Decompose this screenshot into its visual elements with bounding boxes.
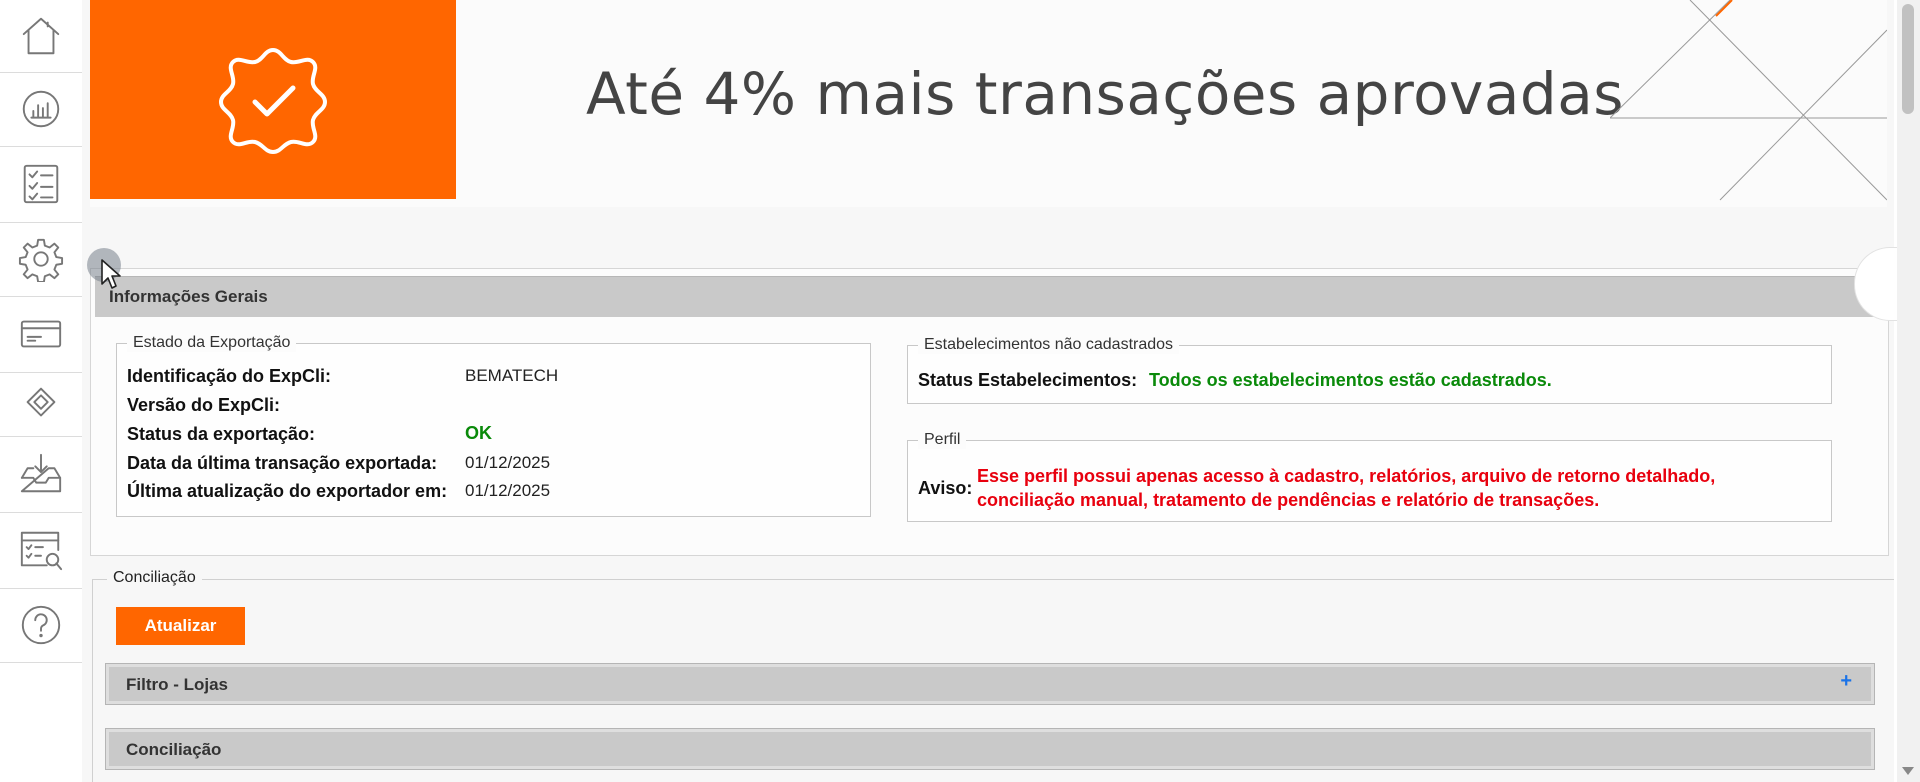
profile-legend: Perfil <box>918 431 967 449</box>
banner-decoration <box>1610 0 1887 201</box>
banner-badge <box>90 0 456 199</box>
conciliation-accordion-title: Conciliação <box>126 740 222 759</box>
export-status-label: Status da exportação: <box>127 424 316 444</box>
expcli-id-value: BEMATECH <box>465 366 559 385</box>
sidebar-item-transfers[interactable] <box>0 372 82 437</box>
diamond-transfer-icon <box>26 387 56 417</box>
last-update-value: 01/12/2025 <box>465 481 551 500</box>
sidebar-item-home[interactable] <box>0 0 82 73</box>
dashboard-chart-icon <box>22 90 60 128</box>
sidebar-item-dashboard[interactable] <box>0 72 82 147</box>
last-transaction-date-label: Data da última transação exportada: <box>127 453 438 473</box>
mouse-cursor-icon <box>101 259 121 289</box>
sidebar <box>0 0 83 782</box>
establishments-status-label: Status Estabelecimentos: <box>918 370 1138 390</box>
help-icon <box>21 605 61 645</box>
general-info-title: Informações Gerais <box>109 287 268 306</box>
expcli-id-label: Identificação do ExpCli: <box>127 366 332 386</box>
sidebar-item-downloads[interactable] <box>0 436 82 513</box>
expand-plus-icon[interactable]: + <box>1840 670 1852 693</box>
conciliation-accordion[interactable]: Conciliação <box>105 728 1875 770</box>
verified-badge-icon <box>218 47 328 154</box>
store-filter-title: Filtro - Lojas <box>126 675 228 694</box>
conciliation-legend: Conciliação <box>107 569 202 587</box>
expcli-version-label: Versão do ExpCli: <box>127 395 281 415</box>
banner-headline: Até 4% mais transações aprovadas <box>586 60 1624 128</box>
promo-banner[interactable]: Até 4% mais transações aprovadas <box>90 0 1887 207</box>
general-info-header[interactable]: Informações Gerais <box>95 276 1888 317</box>
card-icon <box>20 320 62 348</box>
profile-warning-label: Aviso: <box>918 478 973 498</box>
main-content: Até 4% mais transações aprovadas Informa… <box>82 0 1894 782</box>
sidebar-item-help[interactable] <box>0 588 82 663</box>
establishments-group: Estabelecimentos não cadastrados Status … <box>907 336 1832 404</box>
establishments-status-value: Todos os estabelecimentos estão cadastra… <box>1149 370 1552 390</box>
general-info-panel: Informações Gerais Estado da Exportação … <box>90 268 1889 556</box>
conciliation-section: Conciliação Atualizar Filtro - Lojas + C… <box>92 569 1894 782</box>
sidebar-item-reports[interactable] <box>0 512 82 589</box>
scroll-down-arrow-icon[interactable] <box>1902 767 1914 775</box>
last-transaction-date-value: 01/12/2025 <box>465 453 551 472</box>
profile-group: Perfil Aviso: Esse perfil possui apenas … <box>907 431 1832 522</box>
refresh-button[interactable]: Atualizar <box>116 607 245 645</box>
home-icon <box>22 17 60 55</box>
gear-icon <box>18 238 64 282</box>
export-state-legend: Estado da Exportação <box>127 334 297 352</box>
export-state-group: Estado da Exportação Identificação do Ex… <box>116 334 871 517</box>
store-filter-accordion[interactable]: Filtro - Lojas + <box>105 663 1875 705</box>
sidebar-item-cards[interactable] <box>0 296 82 373</box>
scrollbar-thumb[interactable] <box>1902 4 1914 114</box>
report-search-icon <box>20 531 63 571</box>
last-update-label: Última atualização do exportador em: <box>127 481 448 501</box>
profile-warning-line-1: Esse perfil possui apenas acesso à cadas… <box>977 466 1716 486</box>
export-status-value: OK <box>465 423 492 443</box>
sidebar-item-tasks[interactable] <box>0 146 82 223</box>
checklist-icon <box>23 164 59 204</box>
establishments-legend: Estabelecimentos não cadastrados <box>918 336 1180 354</box>
scrollbar-track[interactable] <box>1897 0 1920 782</box>
profile-warning-line-2: conciliação manual, tratamento de pendên… <box>977 490 1600 510</box>
sidebar-item-settings[interactable] <box>0 222 82 297</box>
inbox-download-icon <box>20 453 62 493</box>
